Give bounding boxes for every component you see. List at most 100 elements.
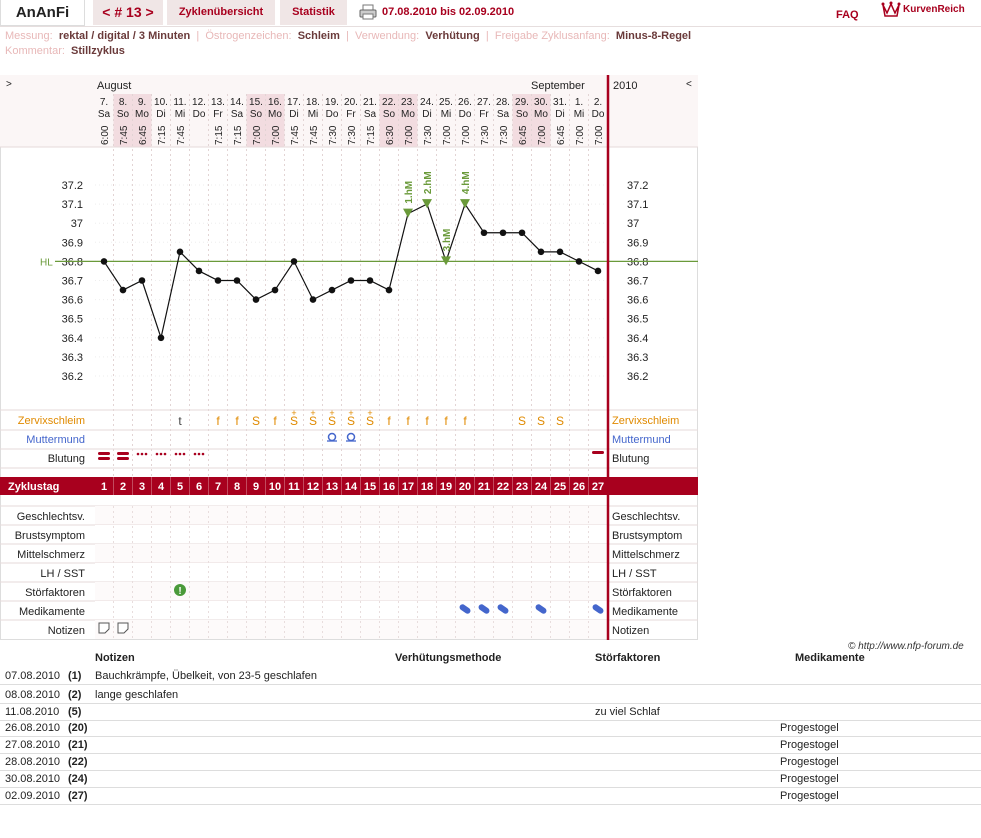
temp-point bbox=[556, 248, 564, 256]
temp-point bbox=[290, 258, 298, 265]
y-tick-left: 36.6 bbox=[62, 295, 83, 307]
temp-point bbox=[366, 277, 374, 284]
cycle-day-number: 24 bbox=[535, 481, 548, 493]
time-label: 7:15 bbox=[214, 125, 225, 145]
printer-icon[interactable] bbox=[359, 4, 377, 23]
date-label: 7. bbox=[100, 97, 108, 108]
app-logo[interactable]: AnAnFi bbox=[0, 0, 85, 26]
y-tick-right: 36.7 bbox=[627, 276, 648, 288]
bleeding-spot bbox=[159, 452, 163, 456]
bleeding-spot bbox=[144, 452, 148, 456]
time-label: 7:00 bbox=[461, 125, 472, 145]
time-label: 7:15 bbox=[366, 125, 377, 145]
temp-point bbox=[119, 286, 127, 294]
time-label: 7:15 bbox=[233, 125, 244, 145]
time-label: 7:00 bbox=[537, 125, 548, 145]
cervix-code: S bbox=[252, 414, 260, 428]
info-line-2: Kommentar: Stillzyklus bbox=[5, 45, 125, 57]
cycle-day-number: 16 bbox=[383, 481, 395, 493]
time-label: 7:45 bbox=[119, 125, 130, 145]
date-label: 14. bbox=[230, 97, 244, 108]
cycle-chart: 37.2 37.2 37.1 37.1 37 37 36.9 36.9 36.8 36.8 36.7… bbox=[0, 75, 698, 640]
notes-cell-day: (20) bbox=[68, 722, 88, 734]
y-tick-right: 36.3 bbox=[627, 352, 648, 364]
disturbance-icon-mark: ! bbox=[178, 586, 181, 597]
notes-cell-day: (21) bbox=[68, 739, 88, 751]
weekday-label: So bbox=[117, 109, 130, 120]
cervix-row-label-right: Zervixschleim bbox=[612, 415, 679, 427]
cycle-day-number: 25 bbox=[554, 481, 566, 493]
bleeding-spot bbox=[163, 452, 167, 456]
y-tick-right: 36.9 bbox=[627, 237, 648, 249]
temp-point bbox=[309, 296, 317, 303]
weekday-label: Mi bbox=[441, 109, 452, 120]
temp-point bbox=[328, 286, 336, 294]
date-label: 19. bbox=[325, 97, 339, 108]
time-label: 7:30 bbox=[499, 125, 510, 145]
time-label: 7:00 bbox=[442, 125, 453, 145]
date-label: 20. bbox=[344, 97, 358, 108]
faq-link[interactable]: FAQ bbox=[836, 9, 859, 21]
temp-point bbox=[252, 296, 260, 303]
y-tick-right: 36.5 bbox=[627, 314, 648, 326]
divider bbox=[0, 26, 981, 27]
date-label: 22. bbox=[382, 97, 396, 108]
top-bar: AnAnFi < # 13 > Zyklenübersicht Statisti… bbox=[0, 0, 981, 26]
date-label: 12. bbox=[192, 97, 206, 108]
temp-point bbox=[214, 277, 222, 284]
notes-cell-med: Progestogel bbox=[780, 756, 839, 768]
time-label: 7:00 bbox=[594, 125, 605, 145]
bleeding-spot bbox=[136, 452, 140, 456]
cycle-day-number: 4 bbox=[158, 481, 165, 493]
cervix-code: S bbox=[518, 414, 526, 428]
cycle-nav-button[interactable]: < # 13 > bbox=[93, 0, 163, 25]
time-label: 7:30 bbox=[423, 125, 434, 145]
notes-cell-med: Progestogel bbox=[780, 790, 839, 802]
time-label: 6:45 bbox=[138, 125, 149, 145]
temp-point bbox=[575, 258, 583, 265]
bleeding-spot bbox=[178, 452, 182, 456]
cycle-overview-button[interactable]: Zyklenübersicht bbox=[167, 0, 275, 25]
notes-cell-date: 27.08.2010 bbox=[5, 739, 61, 751]
notes-table-row: 02.09.2010 (27) Progestogel bbox=[0, 787, 981, 805]
notes-cell-day: (22) bbox=[68, 756, 88, 768]
y-tick-left: 37 bbox=[71, 218, 83, 230]
temp-point bbox=[157, 334, 165, 342]
y-tick-left: 36.3 bbox=[62, 352, 83, 364]
cervix-row-label-left: Zervixschleim bbox=[18, 415, 85, 427]
notes-cell-date: 28.08.2010 bbox=[5, 756, 61, 768]
weekday-label: Di bbox=[422, 109, 431, 120]
crown-icon bbox=[881, 1, 901, 22]
time-label: 7:15 bbox=[157, 125, 168, 145]
brand-name[interactable]: KurvenReich bbox=[903, 4, 965, 15]
bleeding-spot bbox=[174, 452, 178, 456]
cycle-day-number: 12 bbox=[307, 481, 319, 493]
weekday-label: Mo bbox=[135, 109, 149, 120]
disturbance-row-label-right: Störfaktoren bbox=[612, 587, 672, 599]
cycle-day-number: 2 bbox=[120, 481, 126, 493]
cervix-code: S bbox=[537, 414, 545, 428]
year-label: 2010 bbox=[613, 80, 637, 92]
time-label: 7:30 bbox=[328, 125, 339, 145]
cervix-plus: + bbox=[348, 408, 353, 418]
time-label: 6:00 bbox=[100, 125, 111, 145]
time-label: 7:45 bbox=[290, 125, 301, 145]
bleeding-heavy bbox=[117, 452, 129, 455]
bleeding-row-label-right: Blutung bbox=[612, 453, 649, 465]
comment-label: Kommentar: bbox=[5, 45, 65, 57]
date-label: 17. bbox=[287, 97, 301, 108]
time-label: 7:45 bbox=[309, 125, 320, 145]
time-label: 6:45 bbox=[556, 125, 567, 145]
weekday-label: Do bbox=[459, 109, 472, 120]
high-marker-label: 2.hM bbox=[423, 171, 434, 194]
notes-table-row: 27.08.2010 (21) Progestogel bbox=[0, 736, 981, 754]
col-header-method: Verhütungsmethode bbox=[395, 652, 502, 664]
breast-row-label-left: Brustsymptom bbox=[15, 530, 85, 542]
cervix-code: S bbox=[556, 414, 564, 428]
date-label: 13. bbox=[211, 97, 225, 108]
bleeding-light bbox=[592, 451, 604, 454]
statistics-button[interactable]: Statistik bbox=[280, 0, 347, 25]
col-header-medication: Medikamente bbox=[795, 652, 865, 664]
bleeding-spot bbox=[140, 452, 144, 456]
weekday-label: Mi bbox=[175, 109, 186, 120]
